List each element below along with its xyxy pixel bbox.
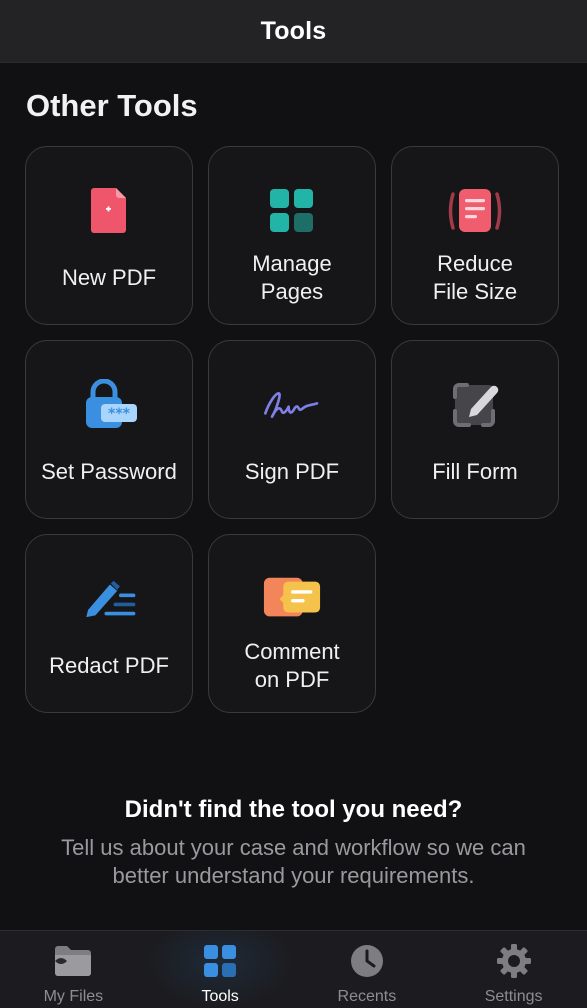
- top-bar: Tools: [0, 0, 587, 63]
- feedback-title: Didn't find the tool you need?: [124, 796, 463, 823]
- svg-text:***: ***: [108, 406, 131, 422]
- tab-label: Settings: [484, 988, 543, 1005]
- section-title: Other Tools: [26, 88, 198, 123]
- folder-icon: [53, 943, 93, 979]
- tool-card-comment-on-pdf[interactable]: Comment on PDF: [208, 534, 376, 713]
- tab-label: Recents: [337, 988, 397, 1005]
- lock-icon: ***: [79, 379, 139, 431]
- tool-card-new-pdf[interactable]: New PDF: [25, 146, 193, 325]
- tool-label: Redact PDF: [49, 653, 169, 678]
- tool-label: Reduce File Size: [432, 251, 518, 304]
- tab-label: Tools: [201, 988, 239, 1005]
- tab-tools[interactable]: Tools: [146, 931, 294, 1008]
- fill-form-icon: [445, 379, 505, 431]
- tool-card-manage-pages[interactable]: Manage Pages: [208, 146, 376, 325]
- new-pdf-icon: [79, 185, 139, 237]
- tool-card-fill-form[interactable]: Fill Form: [391, 340, 559, 519]
- manage-pages-icon: [262, 185, 322, 237]
- tool-label: Set Password: [41, 459, 177, 484]
- tool-label: Comment on PDF: [244, 639, 340, 692]
- tab-my-files[interactable]: My Files: [0, 931, 147, 1008]
- feedback-text: Tell us about your case and workflow so …: [61, 835, 526, 888]
- tools-grid-icon: [200, 943, 240, 979]
- tool-card-redact-pdf[interactable]: Redact PDF: [25, 534, 193, 713]
- reduce-file-size-icon: [445, 185, 505, 237]
- tab-recents[interactable]: Recents: [294, 931, 441, 1008]
- tool-card-set-password[interactable]: *** Set Password: [25, 340, 193, 519]
- comment-icon: [262, 573, 322, 625]
- tool-card-sign-pdf[interactable]: Sign PDF: [208, 340, 376, 519]
- bottom-tab-bar: My Files Tools Recents Settings: [0, 930, 587, 1008]
- tool-label: Manage Pages: [252, 251, 332, 304]
- tool-card-reduce-file-size[interactable]: Reduce File Size: [391, 146, 559, 325]
- tool-label: Sign PDF: [244, 459, 340, 484]
- signature-icon: [262, 379, 322, 431]
- tool-label: New PDF: [61, 265, 157, 290]
- tool-label: Fill Form: [432, 459, 518, 484]
- redact-icon: [79, 573, 139, 625]
- tab-label: My Files: [43, 988, 104, 1005]
- page-title: Tools: [260, 16, 327, 45]
- tab-settings[interactable]: Settings: [440, 931, 587, 1008]
- gear-icon: [494, 943, 534, 979]
- clock-icon: [347, 943, 387, 979]
- feedback-section: Didn't find the tool you need? Tell us a…: [0, 796, 587, 890]
